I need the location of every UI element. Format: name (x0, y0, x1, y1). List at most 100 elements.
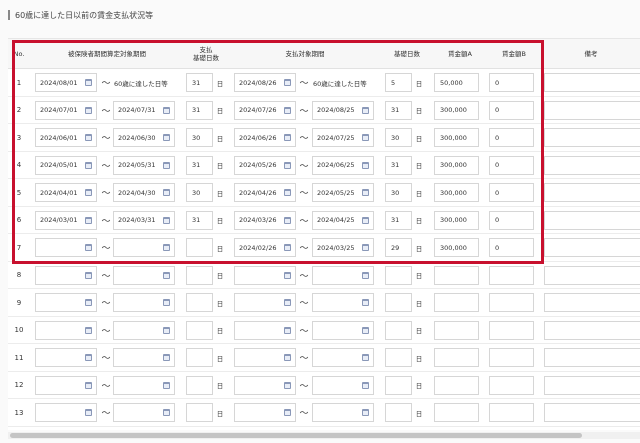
calendar-icon[interactable] (85, 106, 92, 114)
amount-a-input[interactable] (434, 320, 479, 340)
insured-to-input[interactable] (113, 403, 175, 422)
calendar-icon[interactable] (85, 216, 92, 224)
pay-base-days-input[interactable]: 31 (186, 100, 213, 120)
calendar-icon[interactable] (284, 79, 291, 86)
base-days-input[interactable] (385, 320, 412, 340)
calendar-icon[interactable] (163, 271, 170, 279)
amount-a-input[interactable]: 50,000 (434, 73, 479, 92)
calendar-icon[interactable] (362, 409, 369, 416)
remarks-input[interactable] (544, 320, 640, 340)
calendar-icon[interactable] (85, 161, 92, 169)
pay-base-days-input[interactable]: 31 (186, 73, 213, 92)
amount-b-input[interactable] (489, 348, 534, 367)
pay-base-days-input[interactable] (186, 238, 213, 257)
pay-from-input[interactable]: 2024/02/26 (234, 238, 296, 257)
base-days-input[interactable]: 30 (385, 128, 412, 147)
insured-to-input[interactable] (113, 320, 175, 340)
insured-from-input[interactable] (35, 238, 97, 257)
amount-b-input[interactable]: 0 (489, 128, 534, 147)
calendar-icon[interactable] (85, 134, 92, 141)
base-days-input[interactable]: 30 (385, 183, 412, 202)
pay-from-input[interactable]: 2024/04/26 (234, 183, 296, 202)
pay-to-input[interactable]: 2024/08/25 (312, 100, 374, 120)
amount-b-input[interactable]: 0 (489, 183, 534, 202)
scrollbar-thumb[interactable] (10, 433, 582, 438)
calendar-icon[interactable] (284, 271, 291, 279)
pay-to-input[interactable] (312, 375, 374, 395)
base-days-input[interactable] (385, 293, 412, 312)
amount-b-input[interactable]: 0 (489, 73, 534, 92)
amount-b-input[interactable]: 0 (489, 155, 534, 175)
pay-to-input[interactable] (312, 320, 374, 340)
pay-from-input[interactable] (234, 403, 296, 422)
calendar-icon[interactable] (284, 244, 291, 251)
calendar-icon[interactable] (362, 106, 369, 114)
calendar-icon[interactable] (362, 299, 369, 306)
amount-b-input[interactable] (489, 375, 534, 395)
calendar-icon[interactable] (362, 189, 369, 196)
calendar-icon[interactable] (85, 244, 92, 251)
calendar-icon[interactable] (163, 326, 170, 334)
calendar-icon[interactable] (85, 299, 92, 306)
pay-to-input[interactable] (312, 293, 374, 312)
calendar-icon[interactable] (362, 134, 369, 141)
amount-a-input[interactable]: 300,000 (434, 183, 479, 202)
pay-base-days-input[interactable] (186, 265, 213, 285)
pay-to-input[interactable]: 2024/05/25 (312, 183, 374, 202)
pay-from-input[interactable]: 2024/05/26 (234, 155, 296, 175)
calendar-icon[interactable] (163, 354, 170, 361)
calendar-icon[interactable] (362, 244, 369, 251)
pay-from-input[interactable] (234, 320, 296, 340)
pay-to-input[interactable]: 2024/03/25 (312, 238, 374, 257)
amount-a-input[interactable] (434, 293, 479, 312)
base-days-input[interactable]: 5 (385, 73, 412, 92)
pay-base-days-input[interactable] (186, 320, 213, 340)
calendar-icon[interactable] (85, 354, 92, 361)
calendar-icon[interactable] (85, 326, 92, 334)
insured-to-input[interactable]: 2024/03/31 (113, 210, 175, 230)
amount-a-input[interactable]: 300,000 (434, 238, 479, 257)
base-days-input[interactable]: 29 (385, 238, 412, 257)
pay-base-days-input[interactable] (186, 403, 213, 422)
calendar-icon[interactable] (163, 381, 170, 389)
amount-a-input[interactable] (434, 375, 479, 395)
calendar-icon[interactable] (284, 134, 291, 141)
calendar-icon[interactable] (85, 271, 92, 279)
amount-b-input[interactable] (489, 265, 534, 285)
insured-to-input[interactable]: 2024/06/30 (113, 128, 175, 147)
base-days-input[interactable]: 31 (385, 100, 412, 120)
insured-from-input[interactable] (35, 265, 97, 285)
insured-to-input[interactable]: 2024/07/31 (113, 100, 175, 120)
remarks-input[interactable] (544, 100, 640, 120)
insured-from-input[interactable]: 2024/05/01 (35, 155, 97, 175)
insured-from-input[interactable] (35, 320, 97, 340)
amount-a-input[interactable]: 300,000 (434, 128, 479, 147)
calendar-icon[interactable] (85, 381, 92, 389)
pay-base-days-input[interactable] (186, 348, 213, 367)
remarks-input[interactable] (544, 265, 640, 285)
pay-base-days-input[interactable]: 31 (186, 155, 213, 175)
insured-to-input[interactable] (113, 293, 175, 312)
calendar-icon[interactable] (163, 299, 170, 306)
pay-to-input[interactable] (312, 265, 374, 285)
pay-from-input[interactable] (234, 265, 296, 285)
pay-base-days-input[interactable]: 30 (186, 128, 213, 147)
calendar-icon[interactable] (284, 189, 291, 196)
remarks-input[interactable] (544, 348, 640, 367)
calendar-icon[interactable] (284, 381, 291, 389)
calendar-icon[interactable] (362, 354, 369, 361)
insured-from-input[interactable]: 2024/04/01 (35, 183, 97, 202)
amount-a-input[interactable]: 300,000 (434, 155, 479, 175)
pay-from-input[interactable] (234, 375, 296, 395)
pay-to-input[interactable]: 2024/07/25 (312, 128, 374, 147)
amount-a-input[interactable] (434, 403, 479, 422)
remarks-input[interactable] (544, 155, 640, 175)
remarks-input[interactable] (544, 375, 640, 395)
base-days-input[interactable]: 31 (385, 155, 412, 175)
amount-b-input[interactable] (489, 320, 534, 340)
base-days-input[interactable] (385, 265, 412, 285)
calendar-icon[interactable] (284, 409, 291, 416)
calendar-icon[interactable] (284, 216, 291, 224)
base-days-input[interactable] (385, 403, 412, 422)
amount-b-input[interactable] (489, 403, 534, 422)
